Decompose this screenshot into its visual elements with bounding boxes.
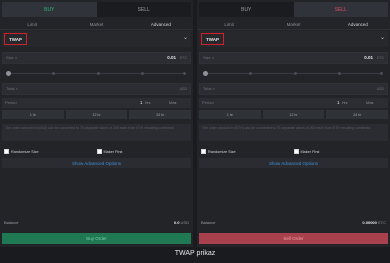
balance-unit: ETC — [378, 220, 386, 225]
size-label: Size × — [6, 55, 18, 60]
tab-limit[interactable]: Limit — [0, 20, 64, 29]
tab-advanced[interactable]: Advanced — [129, 20, 193, 29]
balance-unit: USD — [180, 220, 189, 225]
options-row: Randomize Size Maker First — [201, 148, 386, 155]
checkbox-icon — [4, 149, 9, 154]
balance-label: Balance — [201, 220, 216, 225]
buy-panel: BUY SELL Limit Market Advanced TWAP ⌄ Si… — [0, 0, 193, 247]
period-presets: 1 hr 12 hr 24 hr — [2, 110, 192, 119]
algo-select[interactable]: TWAP ⌄ — [2, 31, 191, 47]
checkbox-icon — [293, 149, 299, 154]
show-advanced-options-button[interactable]: Show Advanced Options — [2, 158, 191, 168]
period-input[interactable]: Period 1 Hrs Mins — [2, 98, 191, 108]
slider-tick — [380, 72, 384, 75]
tab-limit[interactable]: Limit — [197, 20, 261, 29]
chevron-down-icon: ⌄ — [379, 35, 385, 41]
total-label: Total × — [6, 86, 18, 91]
balance-label: Balance — [4, 220, 19, 225]
randomize-size-checkbox[interactable]: Randomize Size — [4, 148, 97, 155]
maker-first-label: Maker First — [300, 149, 320, 154]
tab-advanced[interactable]: Advanced — [326, 20, 390, 29]
period-minutes-unit: Mins — [169, 100, 177, 105]
size-label: Size × — [203, 55, 215, 60]
sell-order-button[interactable]: Sell Order — [199, 233, 388, 244]
tab-market[interactable]: Market — [64, 20, 128, 29]
slider-tick — [183, 72, 187, 75]
slider-tick — [52, 72, 56, 75]
slider-tick — [249, 72, 253, 75]
period-hours-unit: Hrs — [342, 100, 348, 105]
period-presets: 1 hr 12 hr 24 hr — [199, 110, 389, 119]
side-tabs: BUY SELL — [2, 2, 191, 17]
maker-first-label: Maker First — [103, 149, 123, 154]
buy-tab[interactable]: BUY — [2, 2, 97, 17]
period-minutes-unit: Mins — [366, 100, 374, 105]
balance-row: Balance 0.00000 ETC — [201, 220, 386, 226]
chevron-down-icon: ⌄ — [182, 35, 188, 41]
preset-24hr[interactable]: 24 hr — [326, 110, 389, 119]
randomize-size-label: Randomize Size — [208, 149, 236, 154]
size-unit: ETC — [180, 55, 187, 60]
slider-tick — [293, 72, 297, 75]
total-label: Total × — [203, 86, 215, 91]
preset-1hr[interactable]: 1 hr — [199, 110, 261, 119]
balance-value: 0.00000 ETC — [362, 220, 386, 225]
tab-market[interactable]: Market — [261, 20, 325, 29]
slider-tick — [337, 72, 341, 75]
size-value: 0.01 — [167, 55, 176, 60]
preset-12hr[interactable]: 12 hr — [262, 110, 325, 119]
algo-select[interactable]: TWAP ⌄ — [199, 31, 388, 47]
period-hours-value: 1 — [337, 100, 340, 105]
slider-handle[interactable] — [6, 71, 11, 76]
show-advanced-options-button[interactable]: Show Advanced Options — [199, 158, 388, 168]
size-unit: ETC — [377, 55, 384, 60]
total-unit: USD — [376, 86, 384, 91]
twap-note: The order amount in (ETH) can be convert… — [199, 124, 388, 141]
slider-tick — [96, 72, 100, 75]
maker-first-checkbox[interactable]: Maker First — [293, 148, 387, 155]
slider-handle[interactable] — [203, 71, 208, 76]
preset-1hr[interactable]: 1 hr — [2, 110, 64, 119]
size-input[interactable]: Size × 0.01 ETC — [2, 52, 191, 64]
twap-note: The order amount in (USD) can be convert… — [2, 124, 191, 141]
options-row: Randomize Size Maker First — [4, 148, 189, 155]
sell-panel: BUY SELL Limit Market Advanced TWAP ⌄ Si… — [197, 0, 390, 247]
side-tabs: BUY SELL — [199, 2, 388, 17]
randomize-size-checkbox[interactable]: Randomize Size — [201, 148, 294, 155]
slider-tick — [140, 72, 144, 75]
maker-first-checkbox[interactable]: Maker First — [96, 148, 190, 155]
period-input[interactable]: Period 1 Hrs Mins — [199, 98, 388, 108]
balance-row: Balance 0.0 USD — [4, 220, 189, 226]
period-label: Period — [5, 100, 17, 105]
total-input[interactable]: Total × USD — [199, 83, 388, 95]
preset-12hr[interactable]: 12 hr — [65, 110, 128, 119]
total-unit: USD — [179, 86, 187, 91]
size-input[interactable]: Size × 0.01 ETC — [199, 52, 388, 64]
sell-tab[interactable]: SELL — [97, 2, 192, 17]
buy-order-button[interactable]: Buy Order — [2, 233, 191, 244]
sell-tab[interactable]: SELL — [293, 2, 388, 17]
preset-24hr[interactable]: 24 hr — [129, 110, 192, 119]
randomize-size-label: Randomize Size — [11, 149, 39, 154]
balance-value: 0.0 USD — [173, 220, 189, 225]
period-hours-unit: Hrs — [145, 100, 151, 105]
period-hours-value: 1 — [140, 100, 143, 105]
buy-tab[interactable]: BUY — [199, 2, 294, 17]
algo-value: TWAP — [4, 33, 27, 45]
size-value: 0.01 — [364, 55, 373, 60]
algo-value: TWAP — [201, 33, 224, 45]
checkbox-icon — [96, 149, 102, 154]
period-label: Period — [202, 100, 214, 105]
order-type-tabs: Limit Market Advanced — [197, 20, 390, 30]
size-slider[interactable] — [203, 71, 384, 76]
size-slider[interactable] — [6, 71, 187, 76]
order-type-tabs: Limit Market Advanced — [0, 20, 193, 30]
total-input[interactable]: Total × USD — [2, 83, 191, 95]
caption: TWAP prikaz — [174, 250, 216, 257]
checkbox-icon — [201, 149, 206, 154]
